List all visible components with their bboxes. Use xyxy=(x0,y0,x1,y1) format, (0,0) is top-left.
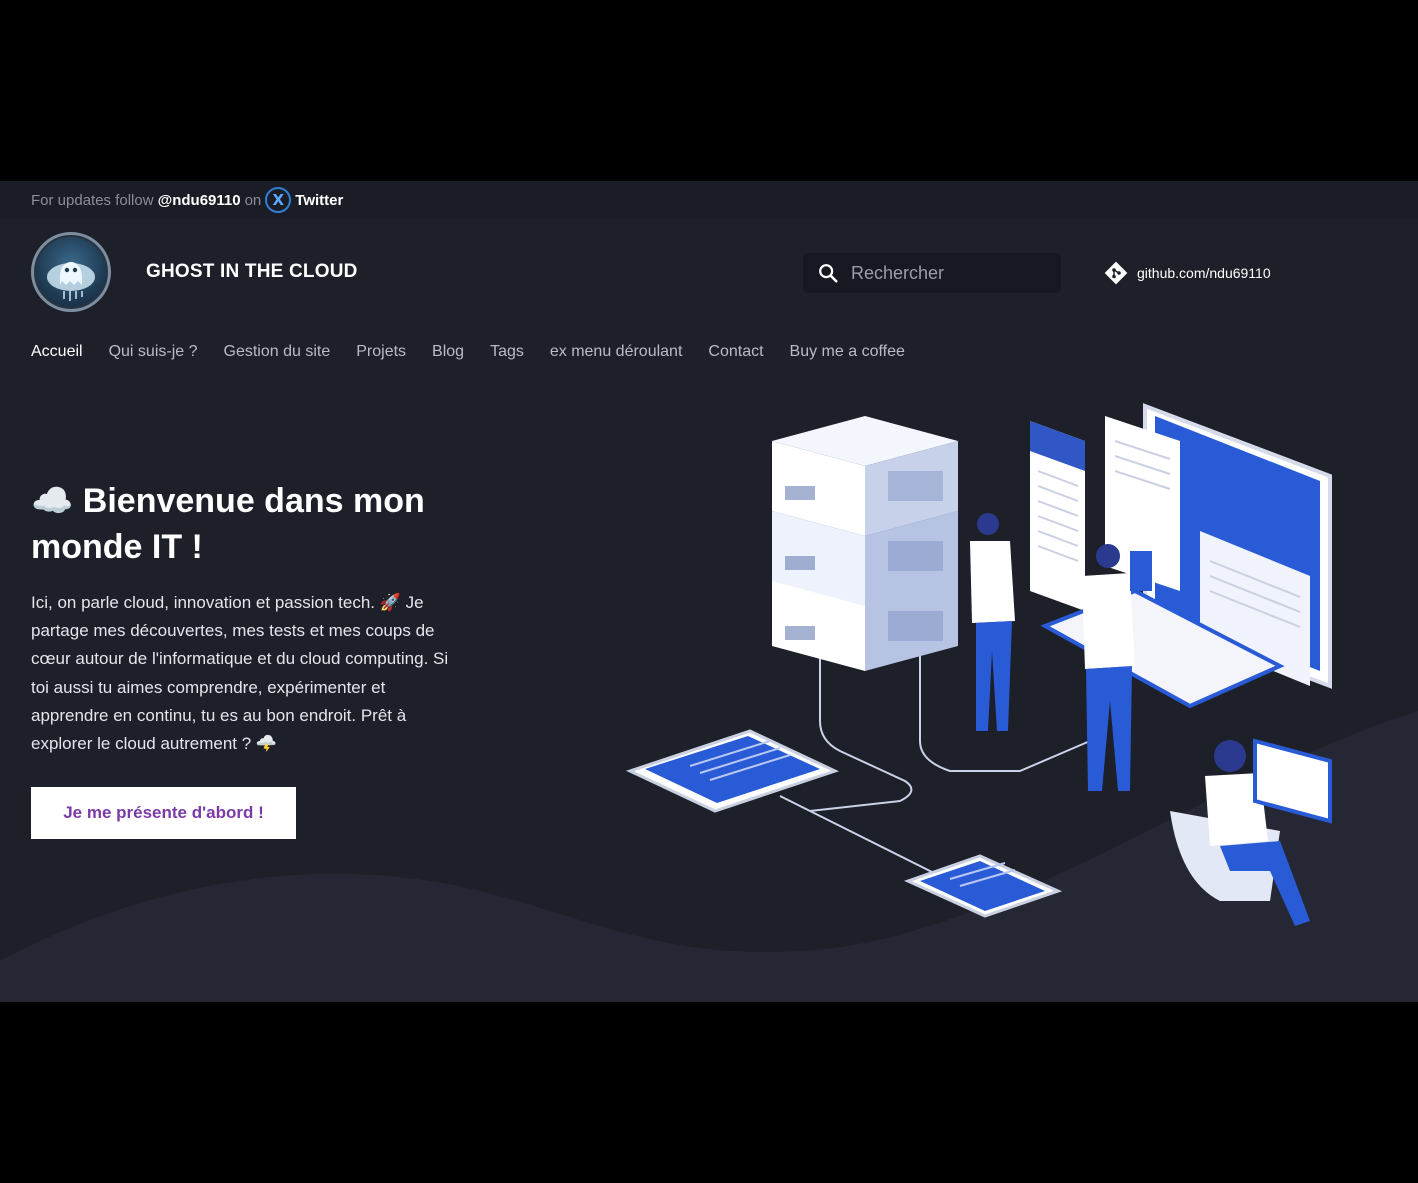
github-link[interactable]: github.com/ndu69110 xyxy=(1104,261,1271,285)
nav-item-gestion-du-site[interactable]: Gestion du site xyxy=(224,343,331,361)
github-link-label: github.com/ndu69110 xyxy=(1137,265,1271,281)
intro-cta-button[interactable]: Je me présente d'abord ! xyxy=(31,787,296,839)
nav-item-qui-suis-je[interactable]: Qui suis-je ? xyxy=(109,343,198,361)
tablet-left xyxy=(625,729,840,813)
announcement-bar: For updates follow @ndu69110 on X Twitte… xyxy=(0,181,1418,219)
announcement-prefix: For updates follow xyxy=(31,191,154,209)
x-logo-icon: X xyxy=(265,187,292,213)
nav-item-buy-me-a-coffee[interactable]: Buy me a coffee xyxy=(790,343,905,361)
twitter-handle-link[interactable]: @ndu69110 xyxy=(158,192,241,209)
site-header: GHOST IN THE CLOUD github.com/ndu69110 xyxy=(0,219,1418,325)
twitter-link[interactable]: Twitter xyxy=(295,192,343,209)
search-box[interactable] xyxy=(803,253,1061,293)
person-standing-1 xyxy=(970,513,1015,731)
person-seated xyxy=(1170,738,1332,926)
search-input[interactable] xyxy=(851,262,1041,284)
document-panel xyxy=(1030,421,1085,611)
hero-title: ☁️ Bienvenue dans mon monde IT ! xyxy=(31,482,425,566)
main-nav: Accueil Qui suis-je ? Gestion du site Pr… xyxy=(31,343,931,361)
nav-item-tags[interactable]: Tags xyxy=(490,343,524,361)
nav-item-accueil[interactable]: Accueil xyxy=(31,343,83,361)
tablet-right xyxy=(903,854,1063,918)
hero-text: Ici, on parle cloud, innovation et passi… xyxy=(31,593,449,754)
nav-item-blog[interactable]: Blog xyxy=(432,343,464,361)
nav-item-projets[interactable]: Projets xyxy=(356,343,406,361)
announcement-on: on xyxy=(244,191,262,209)
page: For updates follow @ndu69110 on X Twitte… xyxy=(0,181,1418,1002)
search-icon xyxy=(819,264,838,283)
server-stack xyxy=(772,416,958,671)
site-title[interactable]: GHOST IN THE CLOUD xyxy=(146,261,358,283)
ghost-cloud-logo[interactable] xyxy=(31,232,111,312)
nav-item-contact[interactable]: Contact xyxy=(708,343,763,361)
ghost-icon xyxy=(47,262,95,301)
cloud-servers-illustration xyxy=(625,403,1332,926)
git-icon xyxy=(1104,261,1128,285)
nav-item-ex-menu-deroulant[interactable]: ex menu déroulant xyxy=(550,343,683,361)
